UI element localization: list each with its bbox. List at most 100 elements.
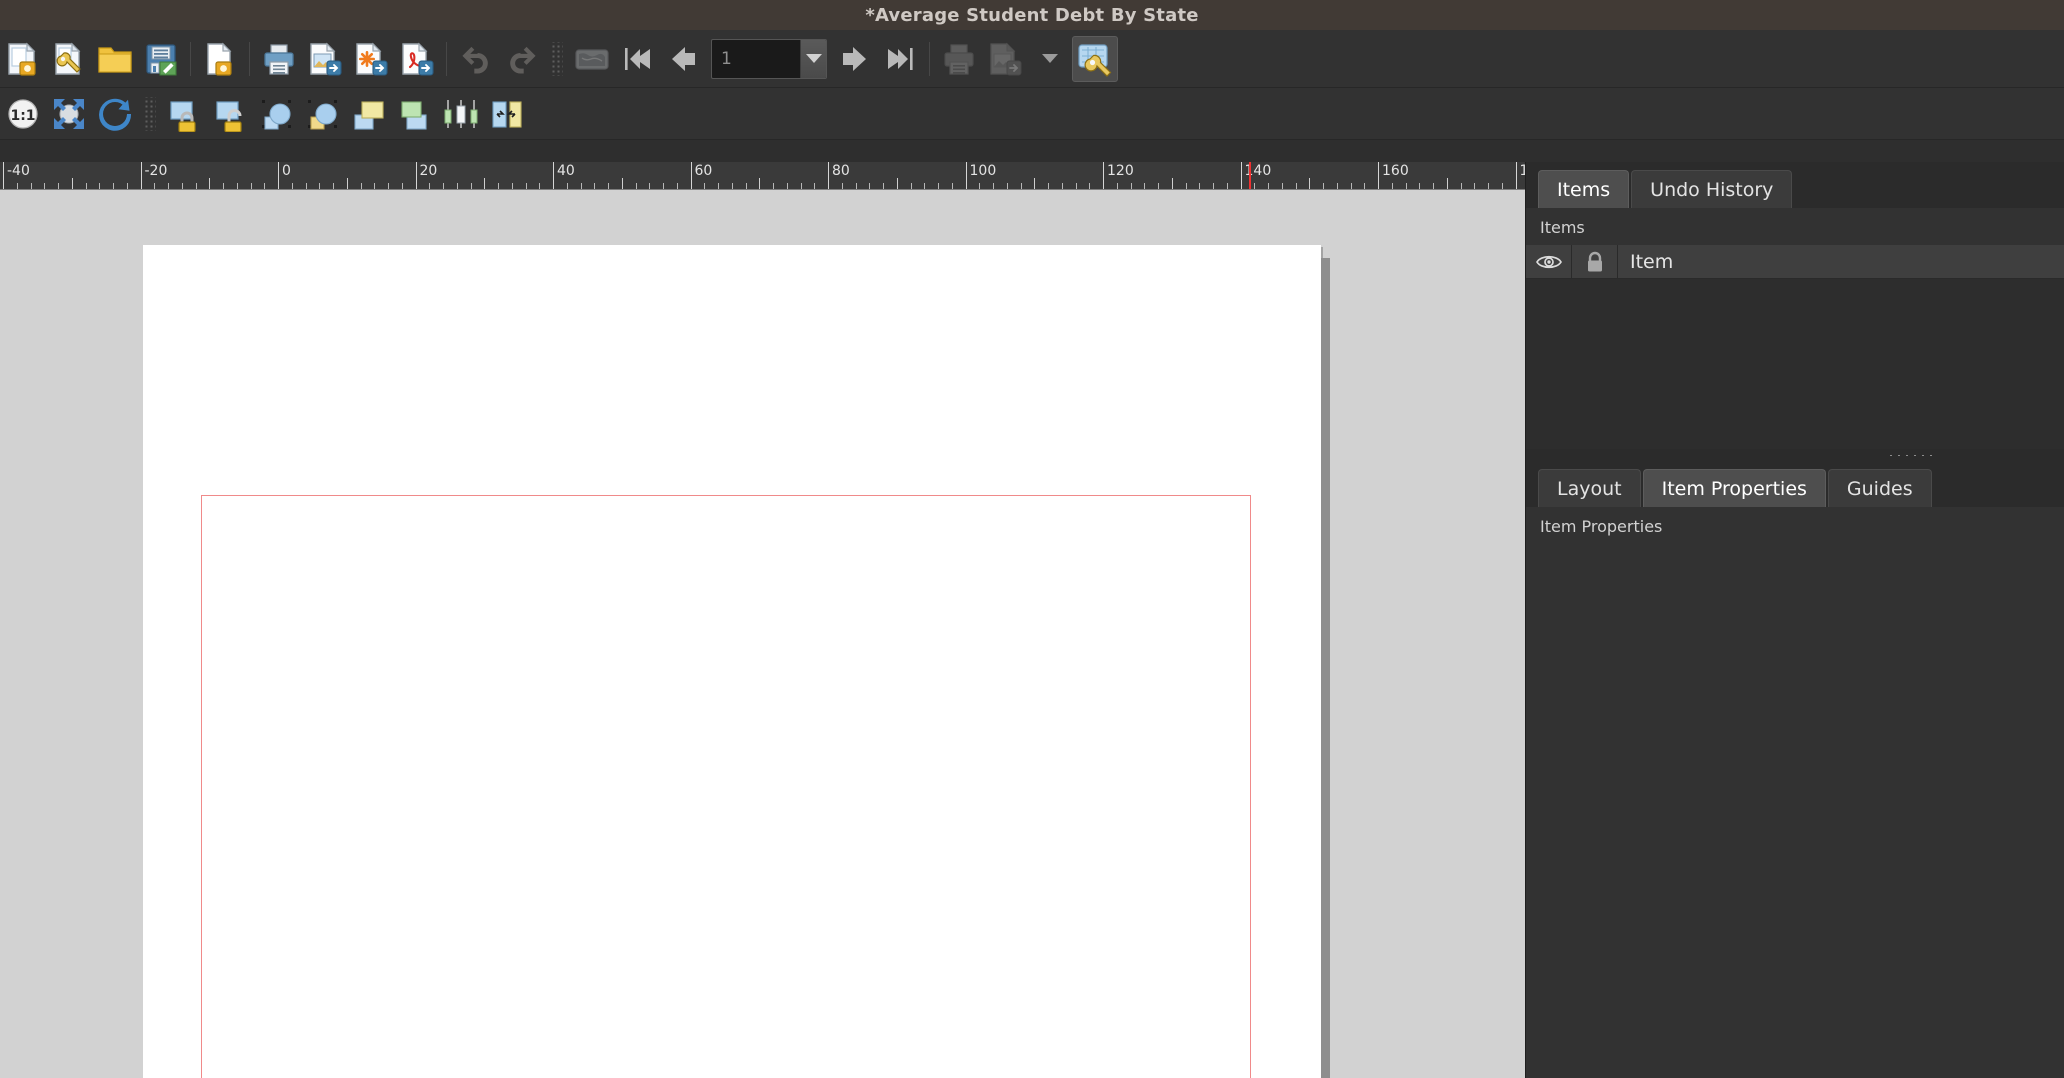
ruler-tick-minor [621,178,623,189]
folder-icon [98,46,132,73]
items-table-header: Item [1526,244,2064,279]
items-list[interactable] [1526,279,2064,449]
lower-items-button[interactable] [392,91,438,137]
ruler-tick-minor [759,178,761,189]
atlas-preview-button[interactable] [569,36,615,82]
tab-item-properties-label: Item Properties [1661,477,1807,500]
resize-items-button[interactable] [484,91,530,137]
group-items-button[interactable] [254,91,300,137]
save-template-button[interactable] [138,36,184,82]
ruler-tick-minor [1158,183,1159,189]
atlas-settings-button[interactable] [1072,35,1118,82]
tab-undo-history[interactable]: Undo History [1631,170,1793,208]
print-button[interactable] [256,36,302,82]
ruler-tick-minor [993,183,994,189]
export-image-icon [990,42,1022,75]
atlas-page-number-input[interactable] [711,38,827,79]
ruler-tick-minor [16,183,18,189]
ruler-tick-minor [443,183,444,189]
floppy-disk-icon [146,43,177,76]
ruler-tick-minor [181,183,183,189]
ruler-tick-minor [938,183,939,189]
zoom-full-button[interactable] [46,91,92,137]
atlas-page-number-field[interactable] [712,39,801,78]
atlas-page-dropdown-button[interactable] [800,39,826,78]
ruler-tick-minor [1323,183,1324,189]
open-template-button[interactable] [92,36,138,82]
atlas-export-button[interactable] [982,36,1028,82]
ruler-tick-minor [1006,183,1008,189]
items-lock-column-header[interactable] [1572,244,1618,279]
redo-arrow-icon [510,46,536,74]
ruler-tick-minor [910,183,912,189]
ruler-tick-minor [71,178,73,189]
layout-manager-button[interactable] [46,36,92,82]
ruler-tick-minor [855,183,857,189]
ruler-tick-minor [429,183,431,189]
tab-layout-label: Layout [1557,477,1622,500]
layout-canvas[interactable] [0,190,1525,1078]
tab-guides[interactable]: Guides [1827,469,1932,507]
export-svg-button[interactable] [348,36,394,82]
ruler-tick-label: 160 [1382,163,1409,179]
duplicate-layout-button[interactable] [197,36,243,82]
ruler-tick-minor [1199,183,1201,189]
main-toolbar [0,30,2064,88]
align-distribute-button[interactable] [438,91,484,137]
item-properties-body[interactable] [1526,544,2064,1078]
zoom-one-to-one-icon: 1:1 [8,98,38,129]
new-document-icon [8,42,36,76]
new-layout-button[interactable] [0,36,46,82]
ruler-tick-minor [1446,178,1448,189]
toolbar-drag-handle[interactable] [144,96,156,131]
ungroup-items-button[interactable] [300,91,346,137]
ruler-tick-minor [1020,183,1022,189]
items-visibility-column-header[interactable] [1526,244,1572,279]
export-image-button[interactable] [302,36,348,82]
eye-icon [1535,255,1562,268]
raise-items-button[interactable] [346,91,392,137]
unlock-items-button[interactable] [208,91,254,137]
refresh-view-button[interactable] [92,91,138,137]
ruler-tick-minor [731,183,733,189]
ruler-tick-minor [250,183,252,189]
toolbar-drag-handle[interactable] [551,41,563,76]
tab-layout[interactable]: Layout [1538,469,1641,507]
ruler-tick-minor [1309,178,1311,189]
ruler-tick-minor [209,178,211,189]
ruler-tick-minor [1089,183,1091,189]
toolbar-separator [190,41,191,76]
ruler-tick-minor [1405,183,1407,189]
ruler-tick-minor [539,183,541,189]
actions-toolbar: 1:1 [0,88,2064,140]
ruler-tick-minor [924,183,926,189]
ruler-tick-minor [264,183,266,189]
tab-item-properties[interactable]: Item Properties [1642,469,1826,507]
page-shadow [1321,258,1330,1078]
atlas-export-dropdown[interactable] [1028,37,1072,81]
atlas-prev-button[interactable] [661,36,707,82]
ruler-tick-minor [1254,183,1256,189]
toolbar-separator [929,41,930,76]
zoom-100-button[interactable]: 1:1 [0,91,46,137]
export-svg-icon [356,42,388,76]
tab-items[interactable]: Items [1538,170,1630,208]
atlas-print-button[interactable] [936,36,982,82]
ruler-tick-minor [786,183,788,189]
atlas-first-button[interactable] [615,36,661,82]
redo-button[interactable] [499,36,545,82]
undo-button[interactable] [453,36,499,82]
ruler-tick-minor [85,183,87,189]
ruler-tick-label: 80 [832,163,850,179]
export-image-icon [310,42,342,76]
horizontal-ruler[interactable]: -40-200204060801001201401601802002202402… [0,162,1525,190]
lock-items-button[interactable] [162,91,208,137]
atlas-next-button[interactable] [831,36,877,82]
export-pdf-button[interactable] [394,36,440,82]
ruler-tick-minor [360,183,362,189]
ruler-tick-minor [168,183,169,189]
atlas-last-button[interactable] [877,36,923,82]
dock-resize-handle[interactable] [1526,449,2064,461]
lock-open-icon [216,100,242,132]
ruler-tick-label: 120 [1107,163,1134,179]
